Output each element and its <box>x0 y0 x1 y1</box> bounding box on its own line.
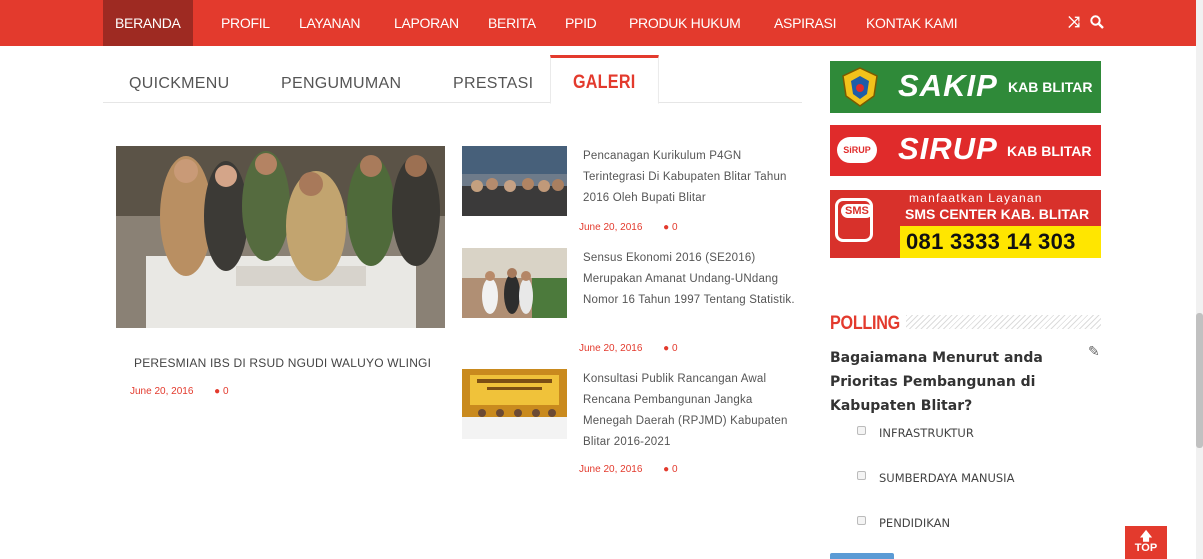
comment-count[interactable]: 0 <box>672 222 678 233</box>
sms-logo: SMS <box>841 204 873 218</box>
sirup-banner[interactable]: SiRUP SIRUP KAB BLITAR <box>830 125 1101 176</box>
nav-item-profil[interactable]: PROFIL <box>221 0 270 46</box>
sms-center-banner[interactable]: SMS manfaatkan Layanan SMS CENTER KAB. B… <box>830 190 1101 258</box>
poll-checkbox[interactable] <box>857 470 866 480</box>
back-to-top-label: TOP <box>1134 542 1158 554</box>
article-thumbnail[interactable] <box>462 369 567 439</box>
article-date: June 20, 2016 <box>579 222 643 233</box>
tab-pengumuman[interactable]: PENGUMUMAN <box>281 75 401 93</box>
search-icon[interactable] <box>1090 14 1105 31</box>
polling-question: Bagaiamana Menurut anda Prioritas Pemban… <box>830 350 1043 414</box>
comment-icon: ● <box>663 343 670 354</box>
sakip-banner[interactable]: SAKIP KAB BLITAR <box>830 61 1101 113</box>
article-thumbnail[interactable] <box>462 146 567 216</box>
comment-icon: ● <box>663 222 670 233</box>
nav-item-layanan[interactable]: LAYANAN <box>299 0 360 46</box>
poll-option[interactable]: PENDIDIKAN <box>857 515 950 530</box>
sakip-title: SAKIP <box>898 68 998 103</box>
nav-item-aspirasi[interactable]: ASPIRASI <box>774 0 836 46</box>
article-meta: June 20, 2016 ● 0 <box>579 222 678 233</box>
nav-icon-group: ⤨ <box>1068 0 1110 46</box>
poll-checkbox[interactable] <box>857 425 866 435</box>
comment-icon: ● <box>214 386 221 397</box>
sms-tagline: manfaatkan Layanan <box>909 191 1043 205</box>
emblem-icon <box>842 67 878 107</box>
heading-divider <box>906 315 1101 329</box>
sms-phone-number: 081 3333 14 303 <box>900 226 1101 258</box>
nav-item-berita[interactable]: BERITA <box>488 0 536 46</box>
polling-header: POLLING <box>830 313 1101 334</box>
back-to-top-button[interactable]: 🡅 TOP <box>1125 526 1167 559</box>
nav-item-laporan[interactable]: LAPORAN <box>394 0 459 46</box>
shuffle-icon[interactable]: ⤨ <box>1068 14 1080 31</box>
sms-center-label: SMS CENTER KAB. BLITAR <box>905 206 1090 222</box>
poll-option-label[interactable]: INFRASTRUKTUR <box>879 426 974 440</box>
poll-option-label[interactable]: SUMBERDAYA MANUSIA <box>879 471 1014 485</box>
polling-heading: POLLING <box>830 313 900 334</box>
featured-article-title[interactable]: PERESMIAN IBS DI RSUD NGUDI WALUYO WLING… <box>134 356 431 370</box>
article-title[interactable]: Sensus Ekonomi 2016 (SE2016) Merupakan A… <box>583 248 798 311</box>
featured-article-image[interactable] <box>116 146 445 328</box>
nav-item-ppid[interactable]: PPID <box>565 0 597 46</box>
article-date: June 20, 2016 <box>130 386 194 397</box>
sakip-subtitle: KAB BLITAR <box>1008 79 1093 95</box>
tab-quickmenu[interactable]: QUICKMENU <box>129 75 229 93</box>
featured-article-meta: June 20, 2016 ● 0 <box>130 386 229 397</box>
scrollbar-thumb[interactable] <box>1196 313 1203 448</box>
tab-galeri[interactable]: GALERI <box>550 55 659 104</box>
article-title[interactable]: Pencanagan Kurikulum P4GN Terintegrasi D… <box>583 146 798 209</box>
nav-item-produk-hukum[interactable]: PRODUK HUKUM <box>629 0 741 46</box>
comment-count[interactable]: 0 <box>672 343 678 354</box>
sirup-subtitle: KAB BLITAR <box>1007 143 1092 159</box>
article-meta: June 20, 2016 ● 0 <box>579 343 678 354</box>
vote-button[interactable] <box>830 553 894 559</box>
article-meta: June 20, 2016 ● 0 <box>579 464 678 475</box>
comment-count[interactable]: 0 <box>223 386 229 397</box>
poll-checkbox[interactable] <box>857 515 866 525</box>
article-date: June 20, 2016 <box>579 343 643 354</box>
main-navigation: BERANDA PROFIL LAYANAN LAPORAN BERITA PP… <box>0 0 1203 46</box>
poll-option[interactable]: SUMBERDAYA MANUSIA <box>857 470 1014 485</box>
poll-option-label[interactable]: PENDIDIKAN <box>879 516 950 530</box>
article-title[interactable]: Konsultasi Publik Rancangan Awal Rencana… <box>583 369 798 453</box>
article-date: June 20, 2016 <box>579 464 643 475</box>
sirup-logo: SiRUP <box>837 137 877 163</box>
sirup-title: SIRUP <box>898 131 998 166</box>
content-tabs: QUICKMENU PENGUMUMAN PRESTASI GALERI <box>103 55 802 104</box>
comment-count[interactable]: 0 <box>672 464 678 475</box>
page-scrollbar[interactable] <box>1196 0 1203 559</box>
arrow-up-icon: 🡅 <box>1139 529 1153 543</box>
tab-prestasi[interactable]: PRESTASI <box>453 75 533 93</box>
poll-option[interactable]: INFRASTRUKTUR <box>857 425 974 440</box>
comment-icon: ● <box>663 464 670 475</box>
nav-item-beranda[interactable]: BERANDA <box>103 0 193 46</box>
nav-item-kontak-kami[interactable]: KONTAK KAMI <box>866 0 958 46</box>
article-thumbnail[interactable] <box>462 248 567 318</box>
